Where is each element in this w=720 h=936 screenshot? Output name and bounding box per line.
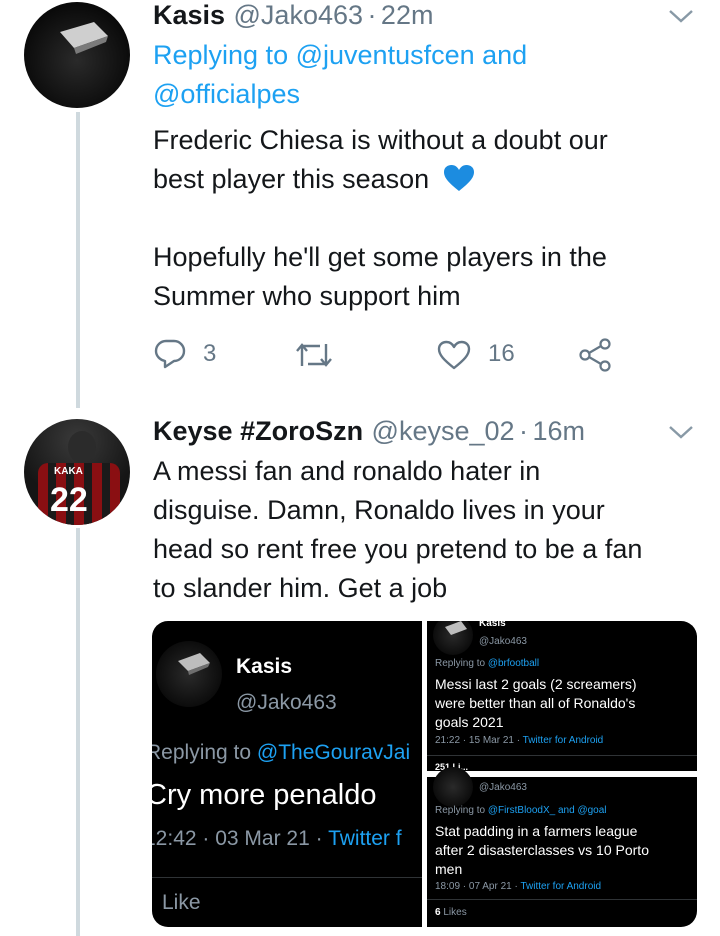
mention-link: @FirstBloodX_ and @goal bbox=[487, 805, 607, 816]
screenshot-line: Messi last 2 goals (2 screamers) bbox=[435, 676, 637, 692]
retweet-icon[interactable] bbox=[296, 340, 332, 370]
screenshot-line: goals 2021 bbox=[435, 714, 504, 730]
tweet-line: Hopefully he'll get some players in the bbox=[153, 242, 607, 272]
screenshot-name: Kasis bbox=[479, 621, 506, 629]
tweet-header: Keyse #ZoroSzn @keyse_02 · 16m bbox=[153, 416, 585, 447]
replying-prefix: Replying to bbox=[435, 658, 486, 669]
reply-icon[interactable] bbox=[153, 338, 187, 370]
timestamp[interactable]: 16m bbox=[532, 416, 585, 446]
avatar[interactable]: KAKA 22 bbox=[24, 419, 130, 525]
avatar-image: KAKA 22 bbox=[38, 431, 120, 525]
divider bbox=[427, 899, 697, 900]
screenshot-via: Twitter f bbox=[328, 827, 402, 850]
share-icon[interactable] bbox=[578, 338, 612, 372]
replying-prefix: Replying to bbox=[152, 741, 252, 764]
user-handle[interactable]: @Jako463 bbox=[234, 0, 364, 30]
screenshot-text: Cry more penaldo bbox=[152, 779, 377, 811]
media-image-left[interactable]: Kasis @Jako463 Replying to @TheGouravJai… bbox=[152, 621, 422, 927]
jersey-number: 22 bbox=[50, 481, 88, 519]
screenshot-meta: 12:42 · 03 Mar 21 · Twitter f bbox=[152, 827, 402, 851]
screenshot-name: Kasis bbox=[236, 655, 293, 678]
mention-link: @TheGouravJai bbox=[256, 741, 411, 764]
separator-dot: · bbox=[367, 0, 377, 30]
jersey-name: KAKA bbox=[54, 466, 83, 477]
user-handle[interactable]: @keyse_02 bbox=[372, 416, 515, 446]
media-image-bottom-right[interactable]: @Jako463 Replying to @FirstBloodX_ and @… bbox=[427, 767, 697, 927]
thread-line bbox=[76, 528, 80, 936]
tweet-line: best player this season bbox=[153, 164, 430, 194]
blue-heart-emoji bbox=[443, 165, 474, 191]
mention-link: @brfootball bbox=[487, 658, 540, 669]
display-name[interactable]: Kasis bbox=[153, 0, 225, 30]
screenshot-likes: 6 Likes bbox=[435, 907, 467, 918]
mention-link[interactable]: @officialpes bbox=[153, 79, 300, 109]
screenshot-avatar bbox=[433, 621, 473, 655]
tweet-header: Kasis @Jako463 · 22m bbox=[153, 0, 433, 32]
divider bbox=[152, 877, 422, 878]
avatar-image bbox=[60, 22, 108, 54]
screenshot-time: 18:09 · 07 Apr 21 · bbox=[435, 881, 518, 892]
screenshot-via: Twitter for Android bbox=[520, 881, 602, 892]
screenshot-replying: Replying to @brfootball bbox=[435, 658, 539, 669]
screenshot-avatar bbox=[433, 767, 473, 807]
divider bbox=[427, 755, 697, 756]
replying-prefix: Replying to bbox=[153, 40, 289, 70]
separator-dot: · bbox=[518, 416, 528, 446]
screenshot-line: Stat padding in a farmers league bbox=[435, 823, 638, 839]
chevron-down-icon[interactable] bbox=[668, 8, 694, 24]
screenshot-replying: Replying to @FirstBloodX_ and @goal bbox=[435, 805, 607, 816]
tweet-line: disguise. Damn, Ronaldo lives in your bbox=[153, 495, 605, 525]
mention-link[interactable]: @juventusfcen bbox=[296, 40, 475, 70]
tweet-line: Frederic Chiesa is without a doubt our bbox=[153, 125, 608, 155]
like-icon[interactable] bbox=[437, 340, 471, 370]
thread-line bbox=[76, 112, 80, 408]
screenshot-line: were better than all of Ronaldo's bbox=[435, 695, 636, 711]
screenshot-time: 21:22 · 15 Mar 21 · bbox=[435, 735, 521, 746]
tweet-line: A messi fan and ronaldo hater in bbox=[153, 456, 541, 486]
tweet-actions: 3 16 bbox=[153, 338, 623, 374]
screenshot-like: Like bbox=[162, 891, 201, 914]
chevron-down-icon[interactable] bbox=[668, 424, 694, 440]
tweet-text: A messi fan and ronaldo hater in disguis… bbox=[153, 452, 713, 608]
timestamp[interactable]: 22m bbox=[381, 0, 434, 30]
screenshot-replying: Replying to @TheGouravJai bbox=[152, 741, 410, 765]
screenshot-time: 12:42 · 03 Mar 21 · bbox=[152, 827, 323, 850]
and-text: and bbox=[482, 40, 528, 70]
tweet-text: Frederic Chiesa is without a doubt our b… bbox=[153, 121, 713, 316]
screenshot-meta: 21:22 · 15 Mar 21 · Twitter for Android bbox=[435, 735, 603, 746]
media-grid[interactable]: Kasis @Jako463 Replying to @TheGouravJai… bbox=[152, 621, 697, 927]
screenshot-handle: @Jako463 bbox=[479, 636, 527, 647]
screenshot-text: Messi last 2 goals (2 screamers) were be… bbox=[435, 675, 637, 732]
like-count: 16 bbox=[488, 340, 515, 367]
tweet-line: Summer who support him bbox=[153, 281, 461, 311]
screenshot-meta: 18:09 · 07 Apr 21 · Twitter for Android bbox=[435, 881, 601, 892]
screenshot-text: Stat padding in a farmers league after 2… bbox=[435, 822, 649, 879]
reply-count: 3 bbox=[203, 340, 217, 367]
display-name[interactable]: Keyse #ZoroSzn bbox=[153, 416, 363, 446]
screenshot-line: after 2 disasterclasses vs 10 Porto bbox=[435, 842, 649, 858]
media-image-top-right[interactable]: Kasis @Jako463 Replying to @brfootball M… bbox=[427, 621, 697, 772]
screenshot-avatar bbox=[156, 641, 222, 707]
tweet-line: head so rent free you pretend to be a fa… bbox=[153, 534, 643, 564]
tweet-line: to slander him. Get a job bbox=[153, 573, 448, 603]
screenshot-via: Twitter for Android bbox=[522, 735, 604, 746]
replying-to: Replying to @juventusfcen and @officialp… bbox=[153, 36, 673, 114]
likes-number: 6 bbox=[435, 907, 441, 918]
replying-prefix: Replying to bbox=[435, 805, 486, 816]
screenshot-handle: @Jako463 bbox=[236, 691, 337, 714]
screenshot-line: men bbox=[435, 861, 463, 877]
screenshot-handle: @Jako463 bbox=[479, 782, 527, 793]
avatar[interactable] bbox=[24, 2, 130, 108]
likes-label: Likes bbox=[443, 907, 467, 918]
